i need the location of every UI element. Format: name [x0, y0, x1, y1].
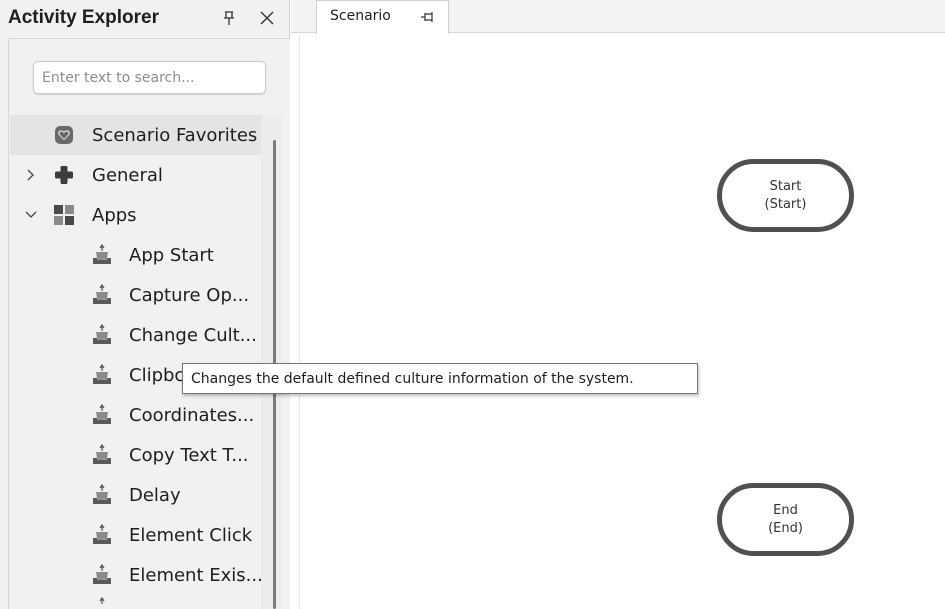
favorites-icon	[53, 124, 75, 146]
end-node-subtitle: (End)	[768, 520, 803, 536]
tree-item-scenario-favorites[interactable]: Scenario Favorites	[10, 115, 262, 155]
activity-icon	[91, 444, 113, 466]
tree-item-apps[interactable]: Apps	[10, 195, 260, 235]
pin-icon	[421, 12, 433, 22]
start-node[interactable]: Start (Start)	[717, 159, 854, 232]
chevron-down-icon[interactable]	[24, 208, 38, 222]
tree-item-general[interactable]: General	[10, 155, 260, 195]
activity-item-change-culture[interactable]: Change Cult...	[10, 315, 260, 355]
chevron-right-icon[interactable]	[24, 168, 38, 182]
tooltip: Changes the default defined culture info…	[182, 363, 698, 394]
activity-explorer-panel: Activity Explorer Scenario Fav	[0, 0, 290, 609]
activity-item-partial[interactable]	[10, 597, 260, 609]
apps-icon	[53, 204, 75, 226]
activity-item-app-start[interactable]: App Start	[10, 235, 260, 275]
end-node-title: End	[773, 502, 798, 518]
tree-item-label: Apps	[92, 204, 137, 226]
activity-icon	[91, 524, 113, 546]
activity-icon	[91, 597, 113, 609]
tooltip-text: Changes the default defined culture info…	[191, 370, 634, 387]
start-node-title: Start	[769, 178, 802, 194]
activity-item-label: Delay	[129, 484, 181, 506]
tree-item-label: Scenario Favorites	[92, 124, 258, 146]
activity-item-label: Copy Text T...	[129, 444, 249, 466]
activity-item-capture-op[interactable]: Capture Op...	[10, 275, 260, 315]
vertical-scrollbar[interactable]	[261, 115, 282, 609]
activity-item-label: Change Cult...	[129, 324, 257, 346]
tab-label: Scenario	[330, 8, 391, 24]
activity-item-coordinates[interactable]: Coordinates...	[10, 395, 260, 435]
activity-item-label: App Start	[129, 244, 214, 266]
activity-icon	[91, 364, 113, 386]
activity-item-label: Element Click	[129, 524, 253, 546]
activity-item-element-click[interactable]: Element Click	[10, 515, 260, 555]
general-icon	[53, 164, 75, 186]
end-node[interactable]: End (End)	[717, 483, 854, 556]
activity-item-element-exists[interactable]: Element Exis...	[10, 555, 263, 595]
document-tab-strip: Scenario	[291, 0, 945, 34]
activity-item-delay[interactable]: Delay	[10, 475, 260, 515]
activity-icon	[91, 404, 113, 426]
tab-scenario[interactable]: Scenario	[316, 0, 449, 34]
activity-item-label: Clipbc	[129, 364, 185, 386]
start-node-subtitle: (Start)	[764, 196, 807, 212]
activity-item-copy-text[interactable]: Copy Text T...	[10, 435, 260, 475]
activity-tree: Scenario Favorites General Apps App Star…	[0, 0, 290, 609]
activity-icon	[91, 484, 113, 506]
activity-item-label: Capture Op...	[129, 284, 250, 306]
activity-item-label: Element Exis...	[129, 564, 263, 586]
activity-icon	[91, 564, 113, 586]
scenario-canvas[interactable]: Start (Start) End (End)	[299, 34, 945, 609]
activity-icon	[91, 244, 113, 266]
activity-item-label: Coordinates...	[129, 404, 255, 426]
tab-pin-button[interactable]	[418, 8, 436, 26]
activity-icon	[91, 324, 113, 346]
tree-item-label: General	[92, 164, 163, 186]
activity-icon	[91, 284, 113, 306]
